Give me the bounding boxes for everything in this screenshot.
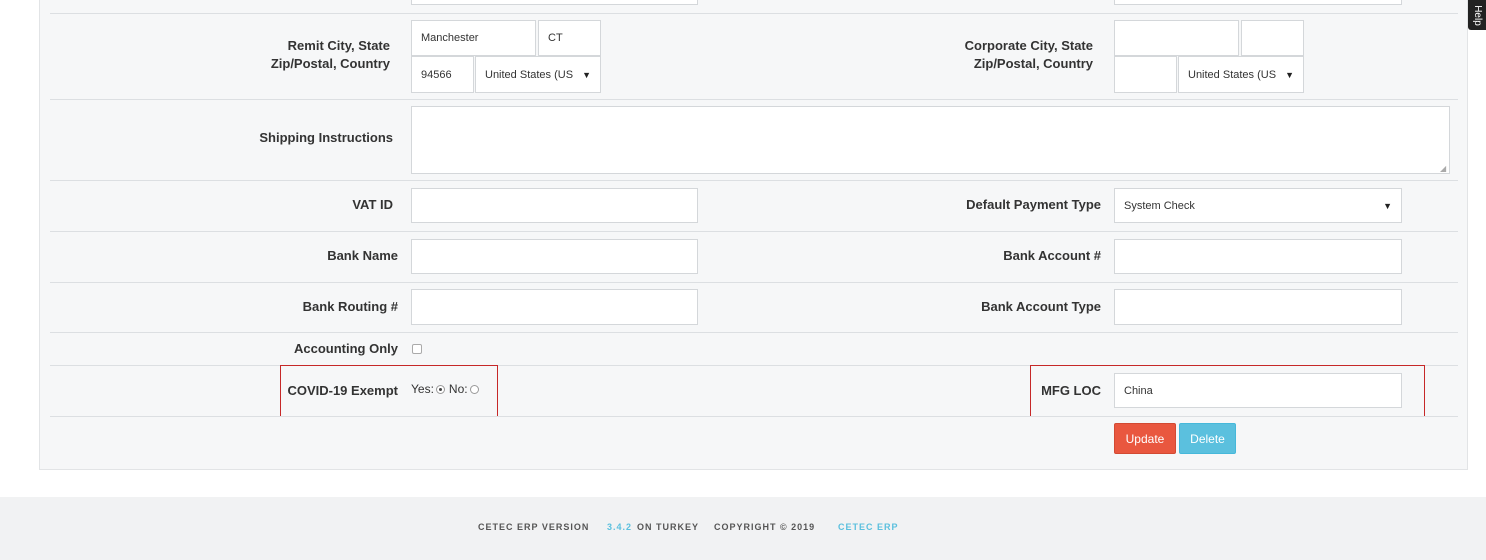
shipping-instructions-label: Shipping Instructions bbox=[259, 130, 393, 145]
corporate-state-input[interactable] bbox=[1241, 20, 1304, 56]
footer-brand-link[interactable]: CETEC ERP bbox=[838, 522, 899, 532]
footer-copyright: COPYRIGHT © 2019 bbox=[714, 522, 816, 532]
bank-name-input[interactable] bbox=[411, 239, 698, 274]
remit-city-input[interactable]: Manchester bbox=[411, 20, 536, 56]
row-divider bbox=[50, 282, 1458, 283]
default-payment-type-value: System Check bbox=[1124, 199, 1195, 212]
corporate-country-select[interactable]: United States (US ▼ bbox=[1178, 56, 1304, 93]
accounting-only-label: Accounting Only bbox=[294, 341, 398, 356]
help-side-tab[interactable]: Help bbox=[1468, 0, 1486, 30]
top-partial-input-left[interactable] bbox=[411, 0, 698, 5]
chevron-down-icon: ▼ bbox=[1383, 200, 1392, 211]
row-divider bbox=[50, 13, 1458, 14]
remit-zip-country-label: Zip/Postal, Country bbox=[270, 56, 390, 71]
corporate-city-state-label: Corporate City, State bbox=[964, 38, 1093, 53]
row-divider bbox=[50, 180, 1458, 181]
help-tab-label: Help bbox=[1471, 4, 1483, 26]
mfg-loc-input[interactable]: China bbox=[1114, 373, 1402, 408]
default-payment-type-label: Default Payment Type bbox=[966, 197, 1101, 212]
vat-id-label: VAT ID bbox=[352, 197, 393, 212]
remit-zip-input[interactable]: 94566 bbox=[411, 56, 474, 93]
bank-account-type-label: Bank Account Type bbox=[981, 299, 1101, 314]
shipping-instructions-textarea[interactable] bbox=[411, 106, 1450, 174]
row-divider bbox=[50, 416, 1458, 417]
covid-exempt-radio-group: Yes: No: bbox=[411, 382, 483, 396]
covid-no-radio[interactable] bbox=[469, 384, 479, 394]
covid-exempt-label: COVID-19 Exempt bbox=[287, 383, 398, 398]
vat-id-input[interactable] bbox=[411, 188, 698, 223]
remit-city-state-label: Remit City, State bbox=[287, 38, 390, 53]
remit-state-input[interactable]: CT bbox=[538, 20, 601, 56]
footer: CETEC ERP VERSION 3.4.2 ON TURKEY COPYRI… bbox=[0, 497, 1486, 560]
bank-account-number-label: Bank Account # bbox=[1003, 248, 1101, 263]
remit-country-select[interactable]: United States (US ▼ bbox=[475, 56, 601, 93]
update-button[interactable]: Update bbox=[1114, 423, 1176, 454]
covid-yes-radio[interactable] bbox=[435, 384, 445, 394]
corporate-zip-country-label: Zip/Postal, Country bbox=[973, 56, 1093, 71]
resize-handle-icon[interactable]: ◢ bbox=[1440, 164, 1446, 173]
footer-version-link[interactable]: 3.4.2 bbox=[607, 522, 632, 532]
delete-button[interactable]: Delete bbox=[1179, 423, 1236, 454]
chevron-down-icon: ▼ bbox=[582, 69, 591, 80]
footer-server-name: ON TURKEY bbox=[637, 522, 700, 532]
default-payment-type-select[interactable]: System Check ▼ bbox=[1114, 188, 1402, 223]
row-divider bbox=[50, 99, 1458, 100]
top-partial-input-right[interactable] bbox=[1114, 0, 1402, 5]
footer-version-label: CETEC ERP VERSION bbox=[478, 522, 590, 532]
row-divider bbox=[50, 231, 1458, 232]
covid-yes-label: Yes: bbox=[411, 382, 434, 396]
corporate-city-input[interactable] bbox=[1114, 20, 1239, 56]
mfg-loc-label: MFG LOC bbox=[1041, 383, 1101, 398]
remit-country-value: United States (US bbox=[485, 68, 574, 81]
bank-account-type-input[interactable] bbox=[1114, 289, 1402, 325]
bank-name-label: Bank Name bbox=[327, 248, 398, 263]
corporate-country-value: United States (US bbox=[1188, 68, 1277, 81]
row-divider bbox=[50, 332, 1458, 333]
bank-account-number-input[interactable] bbox=[1114, 239, 1402, 274]
chevron-down-icon: ▼ bbox=[1285, 69, 1294, 80]
covid-no-label: No: bbox=[448, 382, 468, 396]
accounting-only-checkbox[interactable] bbox=[412, 344, 422, 354]
bank-routing-number-label: Bank Routing # bbox=[302, 299, 398, 314]
corporate-zip-input[interactable] bbox=[1114, 56, 1177, 93]
bank-routing-number-input[interactable] bbox=[411, 289, 698, 325]
